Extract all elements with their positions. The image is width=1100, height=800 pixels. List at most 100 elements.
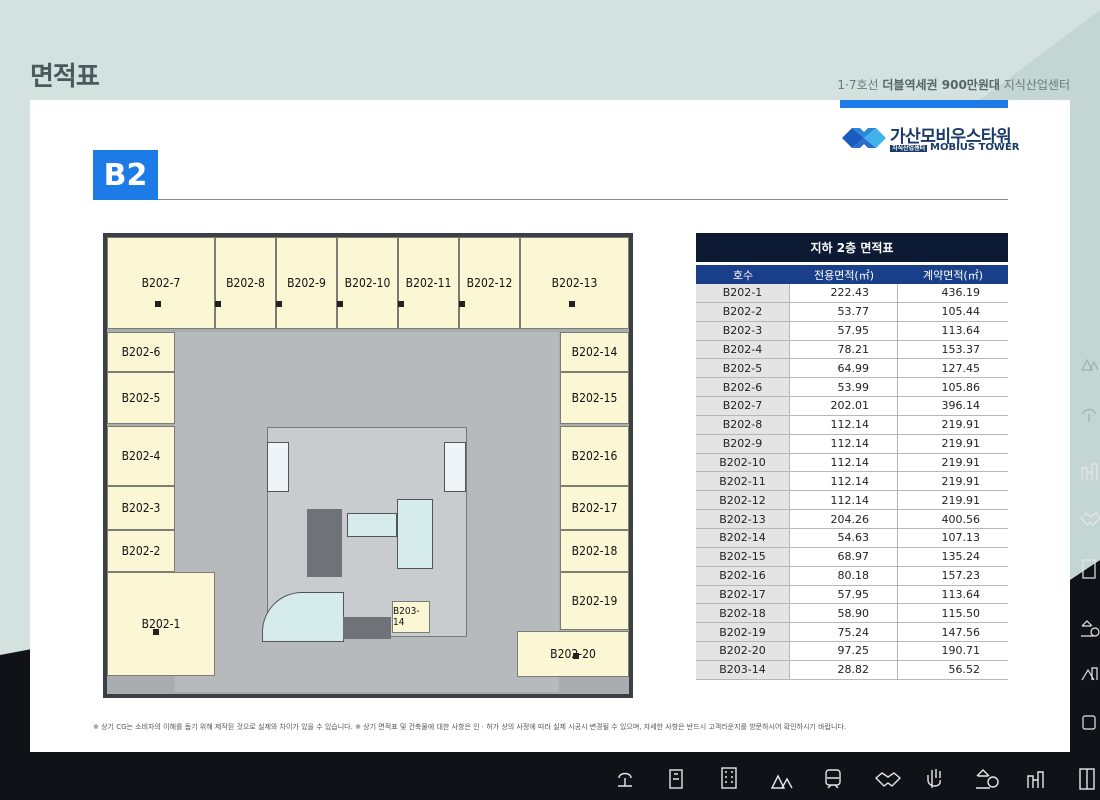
cell-exclusive-area: 57.95 xyxy=(790,321,898,340)
table-row: B202-2 53.77 105.44 xyxy=(696,302,1008,322)
toilet-left xyxy=(267,442,289,492)
cell-exclusive-area: 112.14 xyxy=(790,434,898,453)
table-row: B202-17 57.95 113.64 xyxy=(696,585,1008,605)
cell-unit: B203-14 xyxy=(696,660,790,679)
cell-unit: B202-18 xyxy=(696,604,790,623)
column-marker xyxy=(459,301,465,307)
table-row: B202-16 80.18 157.23 xyxy=(696,566,1008,586)
cell-contract-area: 105.44 xyxy=(941,305,981,319)
table-row: B202-10 112.14 219.91 xyxy=(696,453,1008,473)
unit-b202-1[interactable]: B202-1 xyxy=(107,572,215,676)
unit-b202-17[interactable]: B202-17 xyxy=(560,486,629,530)
cell-contract-area: 113.64 xyxy=(941,324,981,338)
bank-icon xyxy=(976,769,999,789)
table-row: B202-12 112.14 219.91 xyxy=(696,491,1008,511)
bottom-icon-bar xyxy=(618,767,1095,790)
city-icon xyxy=(1081,667,1098,681)
table-row: B202-9 112.14 219.91 xyxy=(696,434,1008,454)
cell-contract-area: 153.37 xyxy=(941,342,981,356)
cell-contract-area: 157.23 xyxy=(941,569,981,583)
unit-b202-6[interactable]: B202-6 xyxy=(107,332,175,372)
cell-exclusive-area: 68.97 xyxy=(790,547,898,566)
table-header: 호수 전용면적(㎡) 계약면적(㎡) xyxy=(696,265,1008,284)
cell-unit: B202-13 xyxy=(696,510,790,528)
floor-badge: B2 xyxy=(93,150,158,200)
cell-unit: B202-16 xyxy=(696,566,790,585)
cell-contract-area: 219.91 xyxy=(941,456,981,470)
header-unit: 호수 xyxy=(732,268,754,282)
header-contract-area: 계약면적(㎡) xyxy=(922,268,984,282)
cell-unit: B202-9 xyxy=(696,434,790,453)
logo: 가산모비우스타워 지식산업센터 MOBIUS TOWER xyxy=(840,120,1020,156)
unit-b202-8[interactable]: B202-8 xyxy=(215,237,276,329)
unit-b202-11[interactable]: B202-11 xyxy=(398,237,459,329)
table-row: B202-5 64.99 127.45 xyxy=(696,359,1008,379)
stair-block xyxy=(307,509,342,577)
column-marker xyxy=(337,301,343,307)
unit-b202-14[interactable]: B202-14 xyxy=(560,332,629,372)
unit-b202-10[interactable]: B202-10 xyxy=(337,237,398,329)
table-row: B202-4 78.21 153.37 xyxy=(696,340,1008,360)
cell-unit: B202-8 xyxy=(696,415,790,434)
table-body: B202-1 222.43 436.19 B202-2 53.77 105.44 B202-… xyxy=(696,284,1008,680)
column-marker xyxy=(153,629,159,635)
cell-exclusive-area: 28.82 xyxy=(790,660,898,679)
column-marker xyxy=(569,301,575,307)
utility-block xyxy=(343,617,391,639)
cell-unit: B202-1 xyxy=(696,284,790,302)
column-marker xyxy=(155,301,161,307)
phone-icon xyxy=(669,769,683,789)
cell-exclusive-area: 53.99 xyxy=(790,378,898,397)
cell-unit: B202-11 xyxy=(696,472,790,491)
table-row: B202-13 204.26 400.56 xyxy=(696,510,1008,529)
unit-b202-15[interactable]: B202-15 xyxy=(560,372,629,424)
city-icon xyxy=(1081,463,1098,480)
tree-icon xyxy=(618,772,632,787)
mobius-logo-icon xyxy=(842,128,886,148)
hand-icon xyxy=(927,769,941,788)
cell-unit: B202-4 xyxy=(696,340,790,359)
header-slogan: 1·7호선 더블역세권 900만원대 지식산업센터 xyxy=(837,78,1070,92)
unit-b202-19[interactable]: B202-19 xyxy=(560,572,629,630)
city-icon xyxy=(1027,771,1044,788)
cell-contract-area: 147.56 xyxy=(941,625,981,639)
elevator-block xyxy=(347,513,397,537)
logo-english: MOBIUS TOWER xyxy=(930,142,1020,153)
lobby-block xyxy=(397,499,433,569)
cell-unit: B202-6 xyxy=(696,378,790,397)
unit-b202-16[interactable]: B202-16 xyxy=(560,426,629,486)
table-row: B202-18 58.90 115.50 xyxy=(696,604,1008,624)
subway-icon xyxy=(1082,715,1096,730)
unit-b202-13[interactable]: B202-13 xyxy=(520,237,629,329)
cell-contract-area: 219.91 xyxy=(941,437,981,451)
unit-b202-9[interactable]: B202-9 xyxy=(276,237,337,329)
side-icon-column xyxy=(1080,358,1100,730)
unit-b203-14[interactable]: B203-14 xyxy=(392,601,430,633)
unit-b202-5[interactable]: B202-5 xyxy=(107,372,175,424)
building-icon xyxy=(1082,559,1096,579)
table-row: B203-14 28.82 56.52 xyxy=(696,660,1008,680)
cell-exclusive-area: 202.01 xyxy=(790,397,898,415)
cell-contract-area: 135.24 xyxy=(941,550,981,564)
unit-b202-2[interactable]: B202-2 xyxy=(107,530,175,572)
cell-unit: B202-17 xyxy=(696,585,790,604)
unit-b202-4[interactable]: B202-4 xyxy=(107,426,175,486)
toilet-right xyxy=(444,442,466,492)
unit-b202-7[interactable]: B202-7 xyxy=(107,237,215,329)
column-marker xyxy=(215,301,221,307)
table-row: B202-6 53.99 105.86 xyxy=(696,378,1008,398)
cell-contract-area: 56.52 xyxy=(948,663,981,677)
tree-icon xyxy=(1082,408,1096,422)
header-exclusive-area: 전용면적(㎡) xyxy=(813,268,875,282)
cell-exclusive-area: 53.77 xyxy=(790,302,898,321)
unit-b202-18[interactable]: B202-18 xyxy=(560,530,629,572)
unit-b202-3[interactable]: B202-3 xyxy=(107,486,175,530)
cell-contract-area: 396.14 xyxy=(941,399,981,413)
cell-contract-area: 107.13 xyxy=(941,531,981,545)
cell-contract-area: 190.71 xyxy=(941,644,981,658)
divider xyxy=(158,199,1008,200)
cell-exclusive-area: 75.24 xyxy=(790,623,898,642)
cell-contract-area: 219.91 xyxy=(941,474,981,488)
cell-exclusive-area: 54.63 xyxy=(790,528,898,547)
unit-b202-12[interactable]: B202-12 xyxy=(459,237,520,329)
